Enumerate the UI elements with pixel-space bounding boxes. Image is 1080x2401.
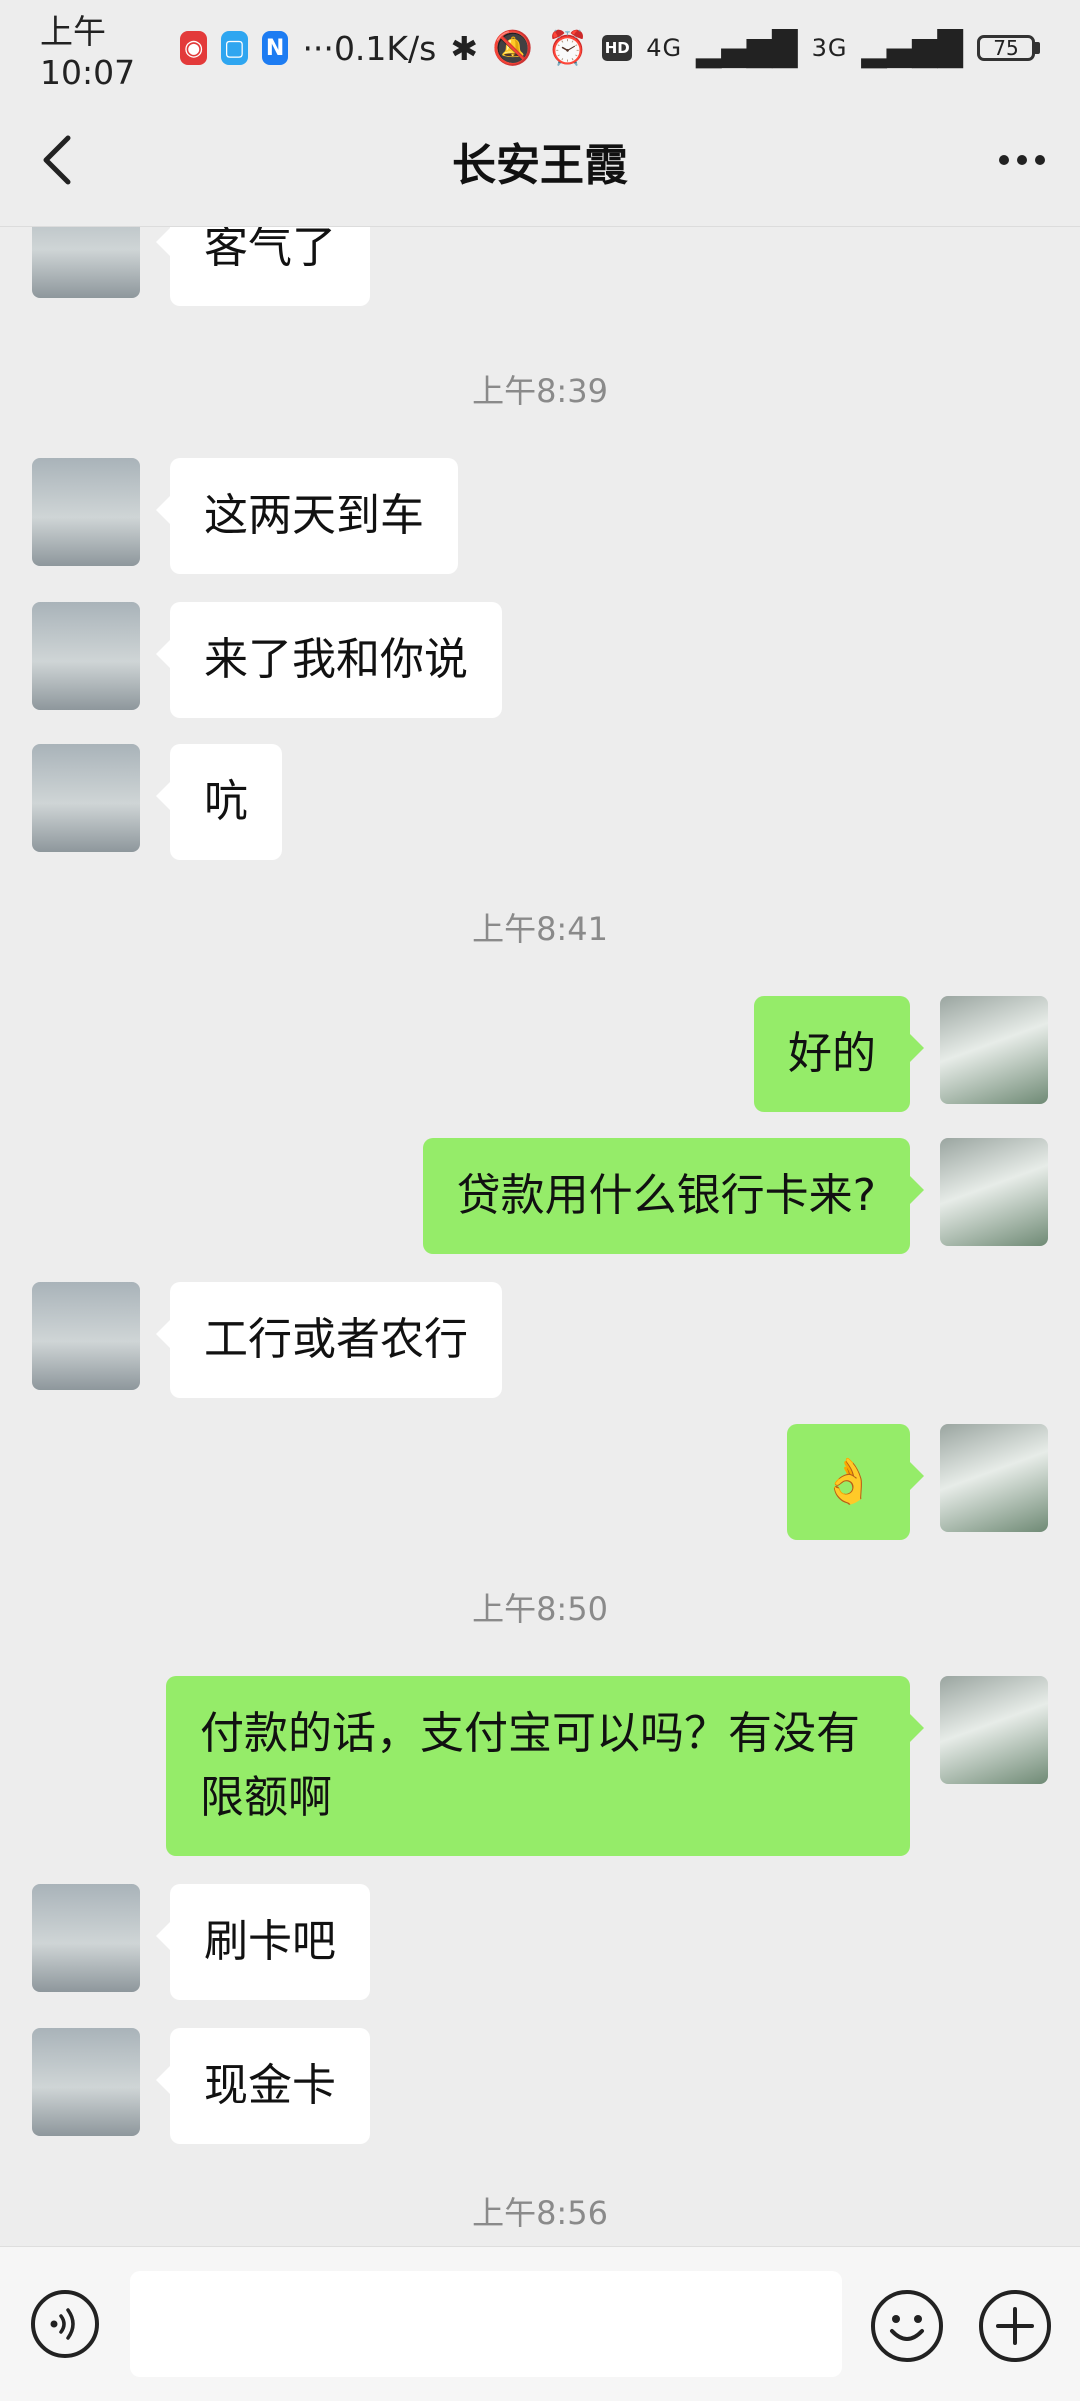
contact-avatar[interactable] bbox=[32, 226, 140, 298]
timestamp: 上午8:56 bbox=[472, 2194, 608, 2232]
message-bubble[interactable]: 工行或者农行 bbox=[156, 1282, 502, 1398]
timestamp: 上午8:39 bbox=[472, 372, 608, 410]
message-bubble[interactable]: 付款的话，支付宝可以吗？有没有限额啊 bbox=[166, 1676, 924, 1856]
chat-header: 长安王霞 bbox=[0, 96, 1080, 227]
timestamp: 上午8:41 bbox=[472, 910, 608, 948]
contact-avatar[interactable] bbox=[32, 744, 140, 852]
message-bubble[interactable]: 好的 bbox=[754, 996, 924, 1112]
signal-4g: 4G bbox=[646, 34, 683, 62]
contact-avatar[interactable] bbox=[32, 1282, 140, 1390]
alarm-icon: ⏰ bbox=[547, 28, 589, 67]
status-more-icon: ··· bbox=[302, 28, 334, 68]
user-avatar[interactable] bbox=[940, 1676, 1048, 1784]
more-options-icon[interactable] bbox=[990, 130, 1054, 190]
message-bubble[interactable]: 吭 bbox=[156, 744, 282, 860]
message-bubble[interactable]: 来了我和你说 bbox=[156, 602, 502, 718]
ok-hand-emoji[interactable]: 👌 bbox=[787, 1424, 924, 1540]
contact-avatar[interactable] bbox=[32, 602, 140, 710]
signal-bars-icon-2: ▂▄▆█ bbox=[861, 28, 963, 68]
input-bar bbox=[0, 2246, 1080, 2401]
status-time: 上午10:07 bbox=[40, 11, 136, 92]
status-bar: 上午10:07 ◉ ▢ N ··· 0.1K/s ✱ 🔕 ⏰ HD 4G ▂▄▆… bbox=[0, 0, 1080, 96]
chat-title: 长安王霞 bbox=[452, 140, 628, 191]
timestamp: 上午8:50 bbox=[472, 1590, 608, 1628]
plus-icon[interactable] bbox=[978, 2289, 1052, 2363]
status-left: 上午10:07 ◉ ▢ N ··· bbox=[40, 5, 334, 92]
voice-input-icon[interactable] bbox=[30, 2289, 100, 2359]
user-avatar[interactable] bbox=[940, 996, 1048, 1104]
user-avatar[interactable] bbox=[940, 1138, 1048, 1246]
back-arrow-icon[interactable] bbox=[30, 130, 90, 190]
news-app-icon: N bbox=[261, 31, 289, 65]
chat-app-icon: ▢ bbox=[221, 31, 248, 65]
message-bubble[interactable]: 这两天到车 bbox=[156, 458, 458, 574]
contact-avatar[interactable] bbox=[32, 2028, 140, 2136]
battery-level: 75 bbox=[977, 35, 1035, 61]
mute-icon: 🔕 bbox=[492, 28, 534, 67]
status-right: 0.1K/s ✱ 🔕 ⏰ HD 4G ▂▄▆█ 3G ▂▄▆█ 75 bbox=[334, 28, 1040, 68]
netease-music-icon: ◉ bbox=[180, 31, 208, 65]
hd-icon: HD bbox=[602, 35, 633, 61]
contact-avatar[interactable] bbox=[32, 458, 140, 566]
message-input[interactable] bbox=[130, 2271, 842, 2377]
emoji-icon[interactable] bbox=[870, 2289, 944, 2363]
message-bubble[interactable]: 客气了 bbox=[156, 226, 370, 306]
signal-3g: 3G bbox=[811, 34, 848, 62]
message-bubble[interactable]: 现金卡 bbox=[156, 2028, 370, 2144]
network-speed: 0.1K/s bbox=[333, 28, 437, 68]
chat-area[interactable]: 客气了 上午8:39 这两天到车 来了我和你说 吭 上午8:41 好的 贷款用什… bbox=[0, 226, 1080, 2246]
message-bubble[interactable]: 贷款用什么银行卡来? bbox=[422, 1138, 925, 1254]
bluetooth-icon: ✱ bbox=[450, 28, 479, 68]
message-bubble[interactable]: 刷卡吧 bbox=[156, 1884, 370, 2000]
battery-icon: 75 bbox=[977, 35, 1040, 61]
signal-bars-icon: ▂▄▆█ bbox=[696, 28, 798, 68]
user-avatar[interactable] bbox=[940, 1424, 1048, 1532]
contact-avatar[interactable] bbox=[32, 1884, 140, 1992]
